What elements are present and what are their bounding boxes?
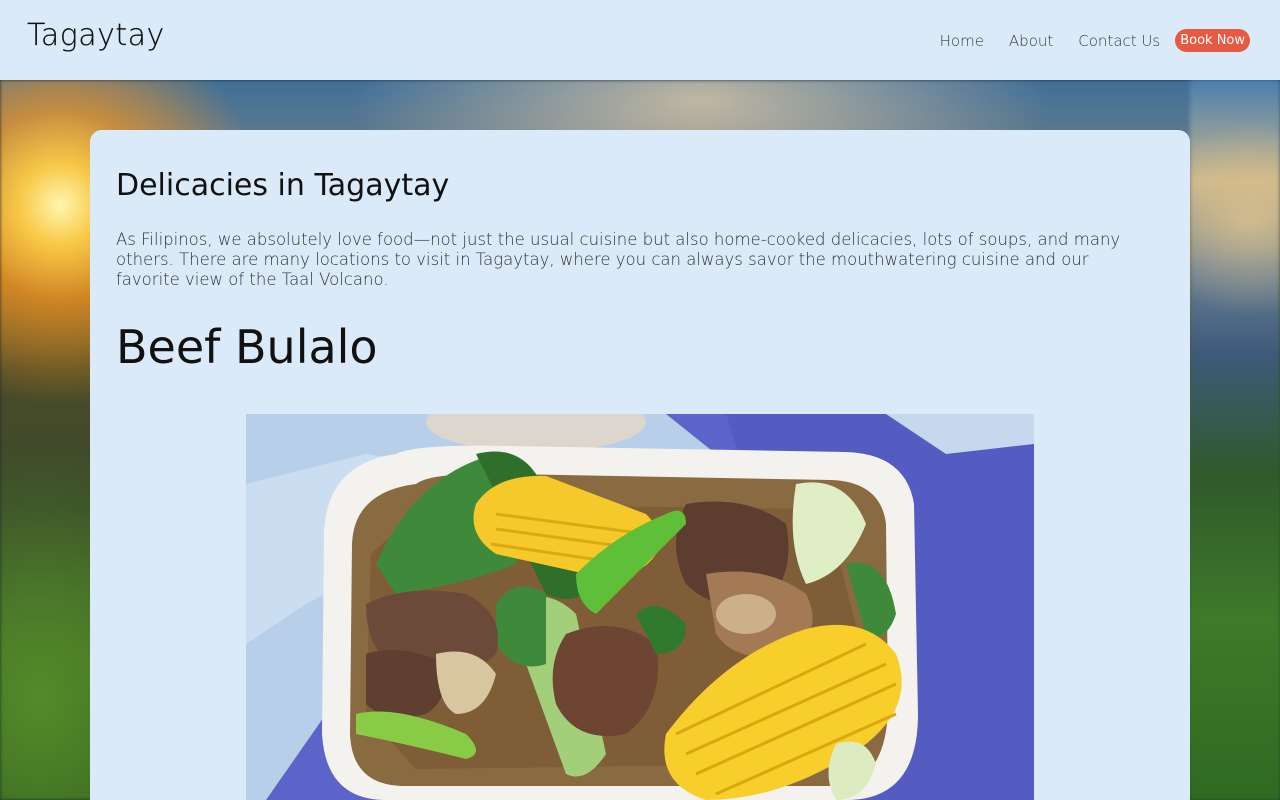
nav-link-home[interactable]: Home bbox=[940, 32, 984, 50]
hero-background-right bbox=[1190, 80, 1280, 800]
dish-title: Beef Bulalo bbox=[116, 320, 378, 374]
content-card: Delicacies in Tagaytay As Filipinos, we … bbox=[90, 130, 1190, 800]
beef-bulalo-photo bbox=[246, 414, 1034, 800]
nav-link-about[interactable]: About bbox=[1009, 32, 1053, 50]
site-logo[interactable]: Tagaytay bbox=[27, 18, 165, 53]
section-title: Delicacies in Tagaytay bbox=[116, 168, 450, 203]
intro-paragraph: As Filipinos, we absolutely love food—no… bbox=[116, 230, 1121, 289]
site-header: Tagaytay Home About Contact Us Book Now bbox=[0, 0, 1280, 80]
book-now-button[interactable]: Book Now bbox=[1175, 29, 1250, 52]
nav-link-contact-us[interactable]: Contact Us bbox=[1078, 32, 1160, 50]
main-nav: Home About Contact Us Book Now bbox=[940, 29, 1250, 52]
